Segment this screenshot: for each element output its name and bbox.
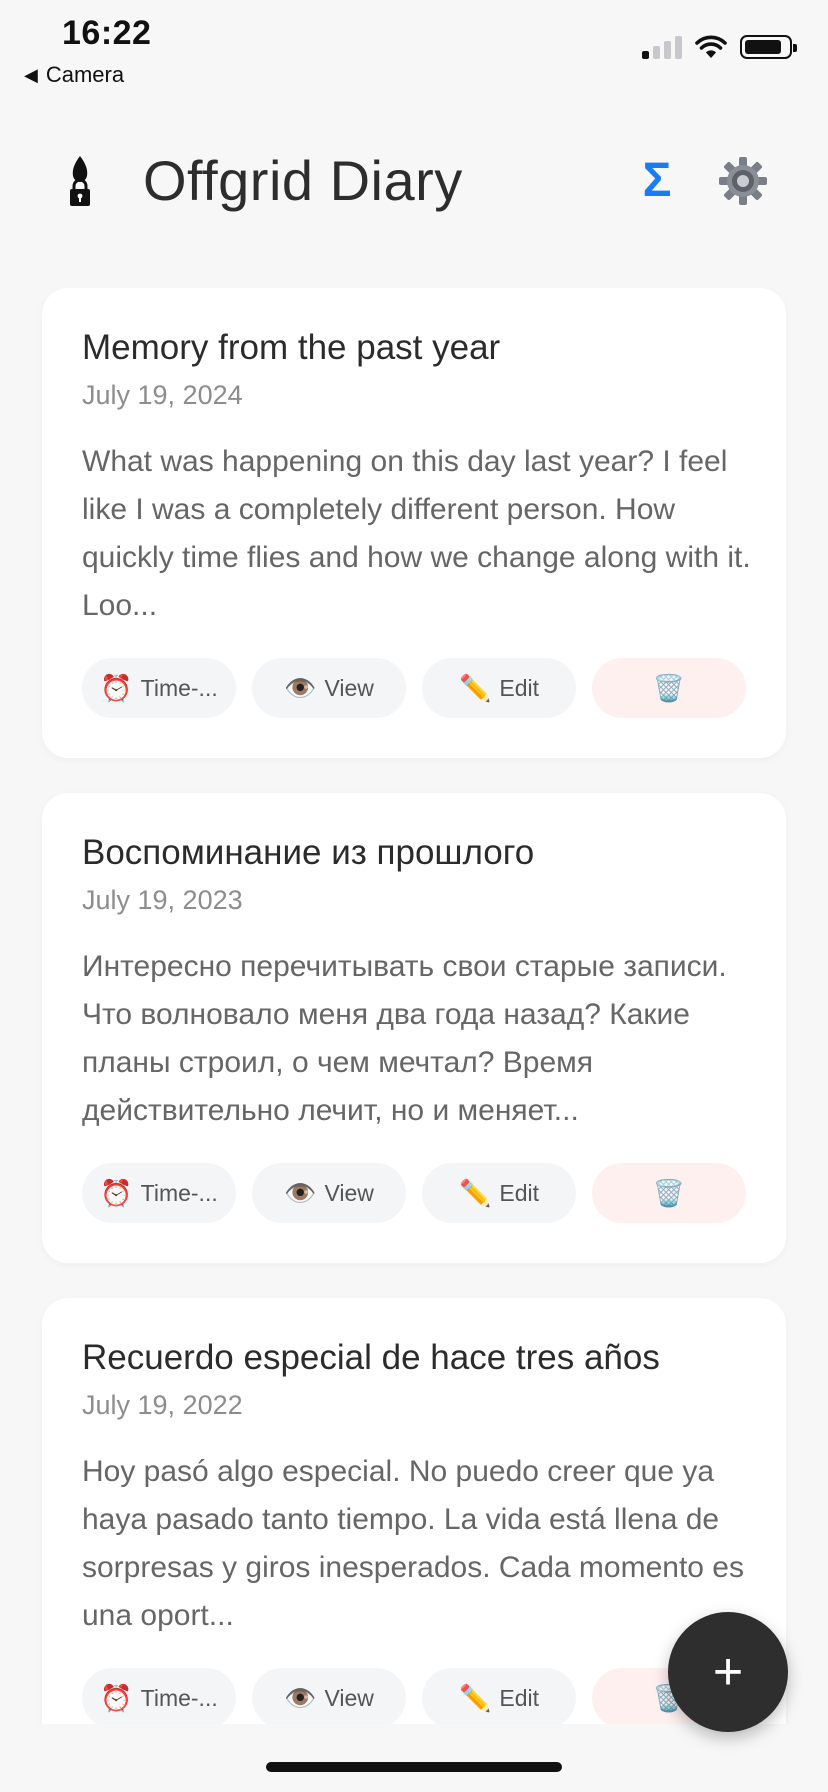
edit-button[interactable]: ✏️ Edit xyxy=(422,658,576,718)
edit-button-label: Edit xyxy=(499,674,539,701)
eye-icon: 👁️ xyxy=(284,1683,317,1713)
trash-icon: 🗑️ xyxy=(652,673,686,703)
edit-button[interactable]: ✏️ Edit xyxy=(422,1163,576,1223)
edit-button-label: Edit xyxy=(499,1179,539,1206)
alarm-clock-icon: ⏰ xyxy=(100,1683,133,1713)
back-arrow-icon: ◀ xyxy=(24,64,38,85)
entry-actions: ⏰ Time-... 👁️ View ✏️ Edit 🗑️ xyxy=(82,1163,746,1223)
wifi-icon xyxy=(695,35,727,58)
pencil-icon: ✏️ xyxy=(458,1683,492,1713)
entry-actions: ⏰ Time-... 👁️ View ✏️ Edit 🗑️ xyxy=(82,658,746,718)
back-to-camera-link[interactable]: ◀ Camera xyxy=(24,62,124,88)
time-button-label: Time-... xyxy=(140,1179,218,1206)
time-button-label: Time-... xyxy=(140,1684,218,1711)
statistics-button[interactable]: Σ xyxy=(632,152,682,208)
cellular-signal-icon xyxy=(642,35,682,59)
plus-icon: + xyxy=(712,1643,744,1701)
edit-button[interactable]: ✏️ Edit xyxy=(422,1668,576,1724)
status-bar: 16:22 ◀ Camera xyxy=(0,0,828,100)
entry-title: Воспоминание из прошлого xyxy=(82,833,535,872)
add-entry-button[interactable]: + xyxy=(668,1612,788,1732)
status-icons xyxy=(642,34,797,60)
home-indicator[interactable] xyxy=(266,1762,562,1772)
ink-pen-lock-icon[interactable] xyxy=(64,154,96,208)
entry-excerpt: What was happening on this day last year… xyxy=(82,445,751,622)
back-label: Camera xyxy=(45,62,125,87)
settings-button[interactable] xyxy=(716,154,770,208)
alarm-clock-icon: ⏰ xyxy=(100,1178,133,1208)
alarm-clock-icon: ⏰ xyxy=(100,673,133,703)
eye-icon: 👁️ xyxy=(284,673,317,703)
view-button[interactable]: 👁️ View xyxy=(252,658,406,718)
eye-icon: 👁️ xyxy=(284,1178,317,1208)
entry-card[interactable]: Memory from the past year July 19, 2024 … xyxy=(42,288,786,758)
pencil-icon: ✏️ xyxy=(458,673,492,703)
battery-icon xyxy=(740,35,797,59)
view-button[interactable]: 👁️ View xyxy=(252,1163,406,1223)
edit-button-label: Edit xyxy=(499,1684,539,1711)
entry-list[interactable]: Memory from the past year July 19, 2024 … xyxy=(0,288,828,1724)
status-time: 16:22 xyxy=(62,14,152,52)
entry-excerpt: Интересно перечитывать свои старые запис… xyxy=(82,950,727,1127)
entry-title: Memory from the past year xyxy=(82,328,501,367)
entry-title: Recuerdo especial de hace tres años xyxy=(82,1338,660,1377)
app-header: Offgrid Diary Σ xyxy=(0,130,828,230)
entry-actions: ⏰ Time-... 👁️ View ✏️ Edit 🗑️ xyxy=(82,1668,746,1724)
trash-icon: 🗑️ xyxy=(652,1178,686,1208)
app-title: Offgrid Diary xyxy=(143,149,463,212)
entry-date: July 19, 2022 xyxy=(82,1390,243,1420)
time-capsule-button[interactable]: ⏰ Time-... xyxy=(82,1668,236,1724)
entry-card[interactable]: Воспоминание из прошлого July 19, 2023 И… xyxy=(42,793,786,1263)
view-button-label: View xyxy=(324,674,374,701)
time-button-label: Time-... xyxy=(140,674,218,701)
gear-icon xyxy=(719,157,767,205)
entry-date: July 19, 2024 xyxy=(82,380,243,410)
view-button-label: View xyxy=(324,1684,374,1711)
time-capsule-button[interactable]: ⏰ Time-... xyxy=(82,1163,236,1223)
view-button[interactable]: 👁️ View xyxy=(252,1668,406,1724)
entry-excerpt: Hoy pasó algo especial. No puedo creer q… xyxy=(82,1455,744,1632)
delete-button[interactable]: 🗑️ xyxy=(592,658,746,718)
entry-date: July 19, 2023 xyxy=(82,885,243,915)
pencil-icon: ✏️ xyxy=(458,1178,492,1208)
view-button-label: View xyxy=(324,1179,374,1206)
delete-button[interactable]: 🗑️ xyxy=(592,1163,746,1223)
time-capsule-button[interactable]: ⏰ Time-... xyxy=(82,658,236,718)
